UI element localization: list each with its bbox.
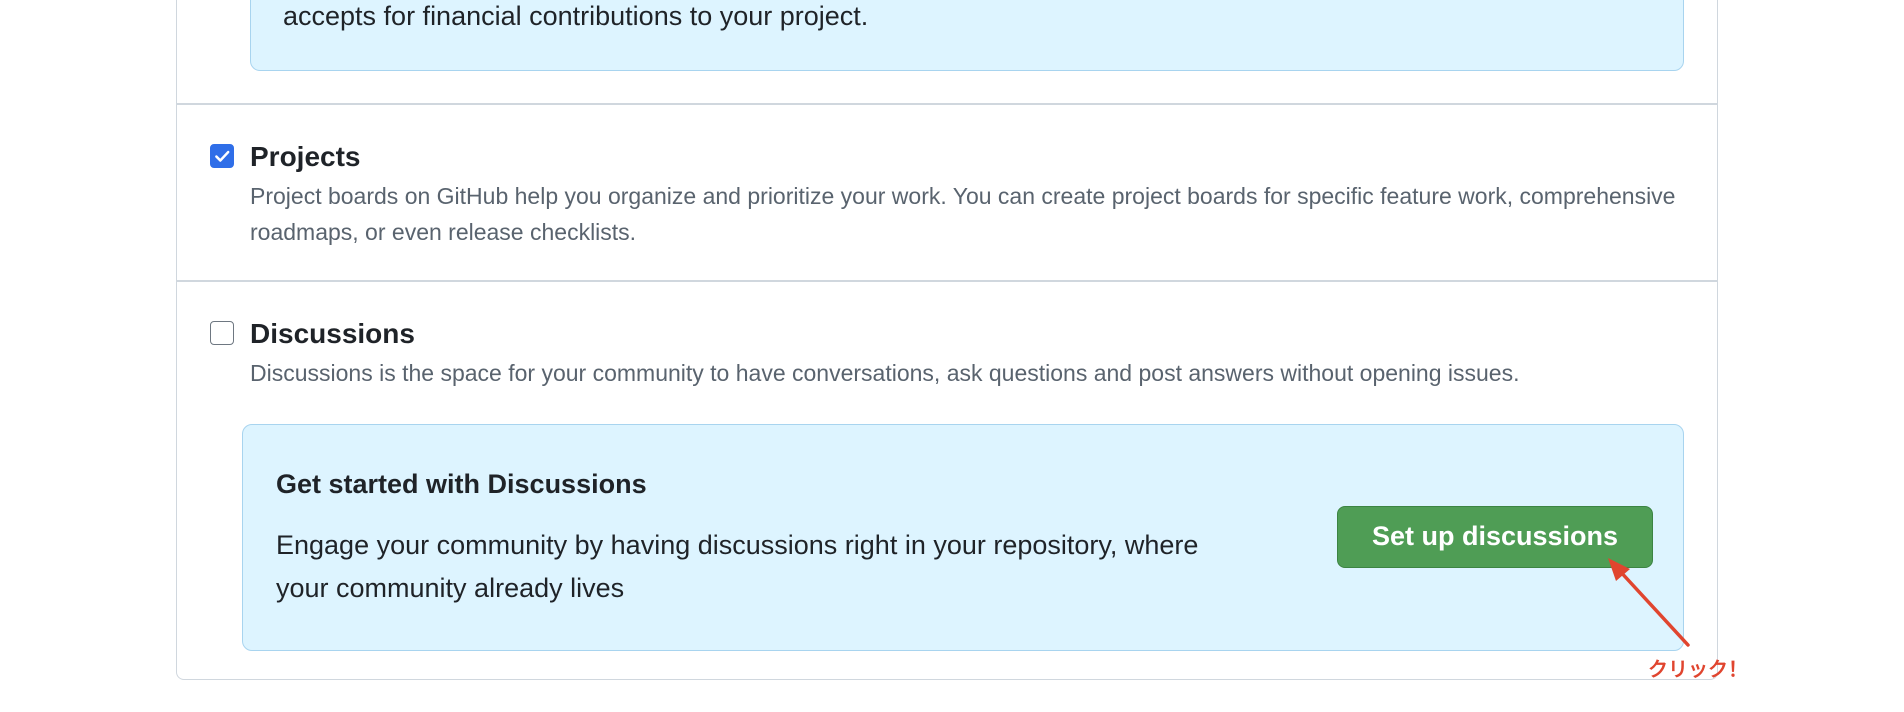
discussions-description: Discussions is the space for your commun… xyxy=(250,360,1520,386)
discussions-title: Discussions xyxy=(250,318,415,349)
sponsorships-callout: accepts for financial contributions to y… xyxy=(250,0,1684,71)
projects-title: Projects xyxy=(250,141,361,172)
checkmark-icon xyxy=(215,150,230,162)
repository-features-page: accepts for financial contributions to y… xyxy=(0,0,1904,712)
divider xyxy=(176,280,1718,282)
annotation-label: クリック！ xyxy=(1648,657,1748,681)
projects-description: Project boards on GitHub help you organi… xyxy=(250,183,1676,245)
divider xyxy=(176,103,1718,105)
sponsorships-callout-text: accepts for financial contributions to y… xyxy=(283,1,869,31)
projects-checkbox[interactable] xyxy=(210,144,234,168)
arrow-icon xyxy=(1608,558,1690,647)
callout-heading: Get started with Discussions xyxy=(276,469,647,499)
callout-body: Engage your community by having discussi… xyxy=(276,530,1199,603)
discussions-checkbox[interactable] xyxy=(210,321,234,345)
discussions-callout: Get started with Discussions Engage your… xyxy=(242,424,1684,651)
